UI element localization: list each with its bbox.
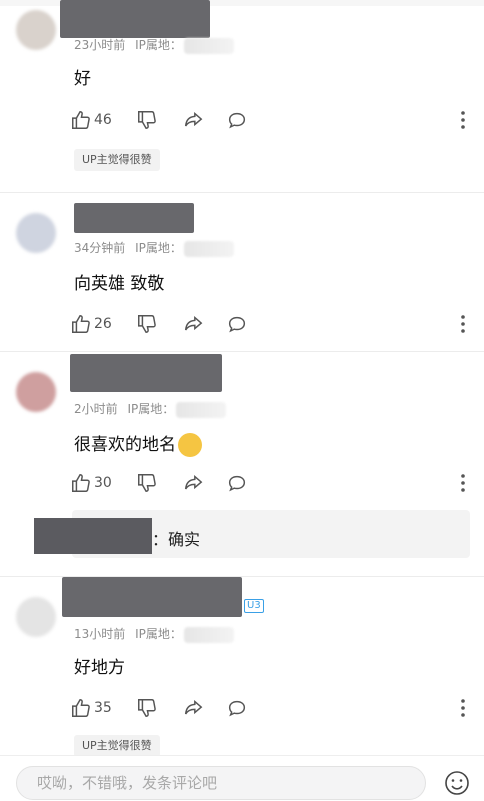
level-badge: U3 xyxy=(244,599,264,613)
comment-text: 好地方 xyxy=(74,658,125,678)
comment-text-content: 很喜欢的地名 xyxy=(74,435,176,455)
comment-item: 34分钟前 IP属地： 向英雄 致敬 26 xyxy=(0,193,484,351)
like-button[interactable]: 30 xyxy=(70,471,112,495)
thumb-up-icon xyxy=(72,474,90,492)
thumb-down-icon xyxy=(138,474,156,492)
dislike-button[interactable] xyxy=(136,312,158,336)
thumb-down-icon xyxy=(138,699,156,717)
comment-item: 23小时前 IP属地： 好 46 UP主觉得很赞 xyxy=(0,0,484,192)
dislike-button[interactable] xyxy=(136,108,158,132)
share-button[interactable] xyxy=(182,471,204,495)
dislike-button[interactable] xyxy=(136,471,158,495)
comment-meta: 23小时前 IP属地： xyxy=(74,36,234,54)
comment-meta: 34分钟前 IP属地： xyxy=(74,239,234,257)
username-redacted[interactable] xyxy=(62,577,242,617)
username-redacted[interactable] xyxy=(74,203,194,233)
comment-icon xyxy=(228,700,246,717)
comment-input-container[interactable] xyxy=(16,766,426,800)
like-button[interactable]: 35 xyxy=(70,696,112,720)
comment-meta: 2小时前 IP属地： xyxy=(74,400,227,418)
emoji-icon xyxy=(178,433,202,457)
share-button[interactable] xyxy=(182,696,204,720)
ip-redacted xyxy=(183,37,234,54)
thumb-up-icon xyxy=(72,315,90,333)
like-count: 26 xyxy=(94,316,112,332)
comment-time: 13小时前 xyxy=(74,627,126,641)
avatar[interactable] xyxy=(16,597,56,637)
comment-actions: 35 xyxy=(70,696,480,720)
up-liked-tag: UP主觉得很赞 xyxy=(74,735,160,757)
ip-label: IP属地： xyxy=(135,241,182,255)
thumb-up-icon xyxy=(72,111,90,129)
comment-actions: 26 xyxy=(70,312,480,336)
reply-button[interactable] xyxy=(226,312,248,336)
comment-item: 2小时前 IP属地： 很喜欢的地名 30 ：确实 xyxy=(0,352,484,576)
more-icon[interactable] xyxy=(458,471,468,495)
ip-redacted xyxy=(176,401,227,418)
comment-text: 好 xyxy=(74,69,91,89)
share-icon xyxy=(184,111,203,127)
share-icon xyxy=(184,699,203,715)
comment-actions: 30 xyxy=(70,471,480,495)
reply-text: ：确实 xyxy=(152,530,201,549)
share-button[interactable] xyxy=(182,312,204,336)
comment-icon xyxy=(228,112,246,129)
comment-text: 向英雄 致敬 xyxy=(74,274,165,294)
comment-icon xyxy=(228,316,246,333)
ip-redacted xyxy=(183,626,234,643)
up-liked-tag: UP主觉得很赞 xyxy=(74,149,160,171)
reply-username-redacted xyxy=(34,518,152,554)
thumb-down-icon xyxy=(138,315,156,333)
ip-label: IP属地： xyxy=(127,402,175,416)
thumb-down-icon xyxy=(138,111,156,129)
ip-redacted xyxy=(183,240,234,257)
comment-actions: 46 xyxy=(70,108,480,132)
comment-time: 2小时前 xyxy=(74,402,118,416)
comment-meta: 13小时前 IP属地： xyxy=(74,625,234,643)
like-count: 46 xyxy=(94,112,112,128)
share-button[interactable] xyxy=(182,108,204,132)
more-icon[interactable] xyxy=(458,108,468,132)
comment-icon xyxy=(228,475,246,492)
avatar[interactable] xyxy=(16,372,56,412)
comment-input-bar xyxy=(0,755,484,801)
avatar[interactable] xyxy=(16,213,56,253)
comment-input[interactable] xyxy=(17,767,425,799)
comment-time: 34分钟前 xyxy=(74,241,126,255)
username-redacted[interactable] xyxy=(60,0,210,38)
emoji-icon[interactable] xyxy=(442,768,472,798)
share-icon xyxy=(184,315,203,331)
thumb-up-icon xyxy=(72,699,90,717)
like-button[interactable]: 26 xyxy=(70,312,112,336)
like-count: 30 xyxy=(94,475,112,491)
comment-text: 很喜欢的地名 xyxy=(74,430,202,457)
reply-button[interactable] xyxy=(226,108,248,132)
like-button[interactable]: 46 xyxy=(70,108,112,132)
comment-item: U3 13小时前 IP属地： 好地方 35 UP主觉得很赞 xyxy=(0,577,484,757)
username-redacted[interactable] xyxy=(70,354,222,392)
ip-label: IP属地： xyxy=(135,38,182,52)
share-icon xyxy=(184,474,203,490)
ip-label: IP属地： xyxy=(135,627,182,641)
avatar[interactable] xyxy=(16,10,56,50)
reply-button[interactable] xyxy=(226,696,248,720)
like-count: 35 xyxy=(94,700,112,716)
more-icon[interactable] xyxy=(458,696,468,720)
reply-button[interactable] xyxy=(226,471,248,495)
more-icon[interactable] xyxy=(458,312,468,336)
dislike-button[interactable] xyxy=(136,696,158,720)
comment-time: 23小时前 xyxy=(74,38,126,52)
